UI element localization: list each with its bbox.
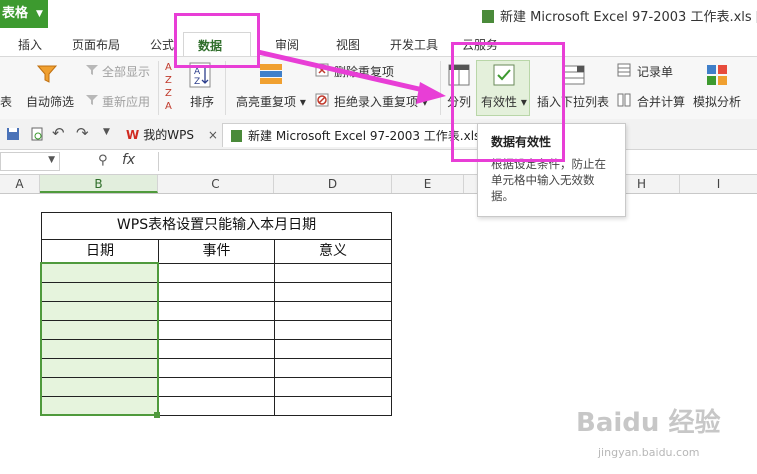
baidu-watermark: Baidu 经验 xyxy=(576,408,721,438)
baidu-watermark-url: jingyan.baidu.com xyxy=(598,446,700,459)
